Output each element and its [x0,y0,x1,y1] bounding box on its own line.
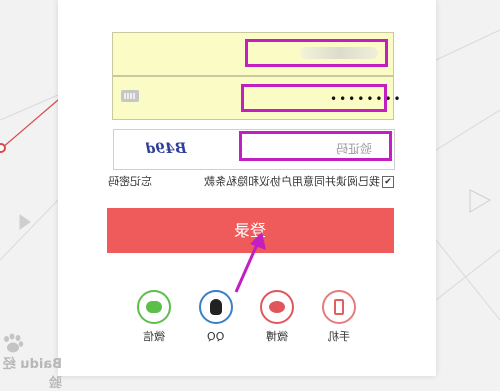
qq-icon [210,299,222,315]
wechat-label: 微信 [143,330,165,343]
weibo-login-button[interactable] [260,290,294,324]
qq-label: QQ [207,330,225,343]
weibo-label: 微博 [266,330,288,343]
captcha-highlight-box [239,131,392,161]
keyboard-icon[interactable] [121,90,139,102]
forgot-password-link[interactable]: 忘记密码 [108,174,152,190]
agreement-checkbox[interactable]: ✔ [382,176,394,188]
agreement-row: 我已阅读并同意用户协议和隐私条款 ✔ [178,174,394,190]
watermark-text: Baidu 经验 [2,357,62,391]
login-button-label: 登录 [234,221,267,240]
weibo-icon [269,301,285,313]
baidu-watermark: Baidu 经验 [2,327,64,391]
phone-icon [334,299,344,315]
login-button[interactable]: 登录 [107,208,394,253]
username-highlight-box [245,39,388,67]
phone-label: 手机 [328,330,350,343]
wechat-login-button[interactable] [137,290,171,324]
captcha-image[interactable]: B49d [143,138,189,160]
wechat-icon [146,301,162,313]
phone-login-button[interactable] [322,290,356,324]
password-highlight-box [241,84,387,112]
baidu-paw-icon [4,333,24,353]
qq-login-button[interactable] [199,290,233,324]
agreement-text: 我已阅读并同意用户协议和隐私条款 [204,175,380,188]
